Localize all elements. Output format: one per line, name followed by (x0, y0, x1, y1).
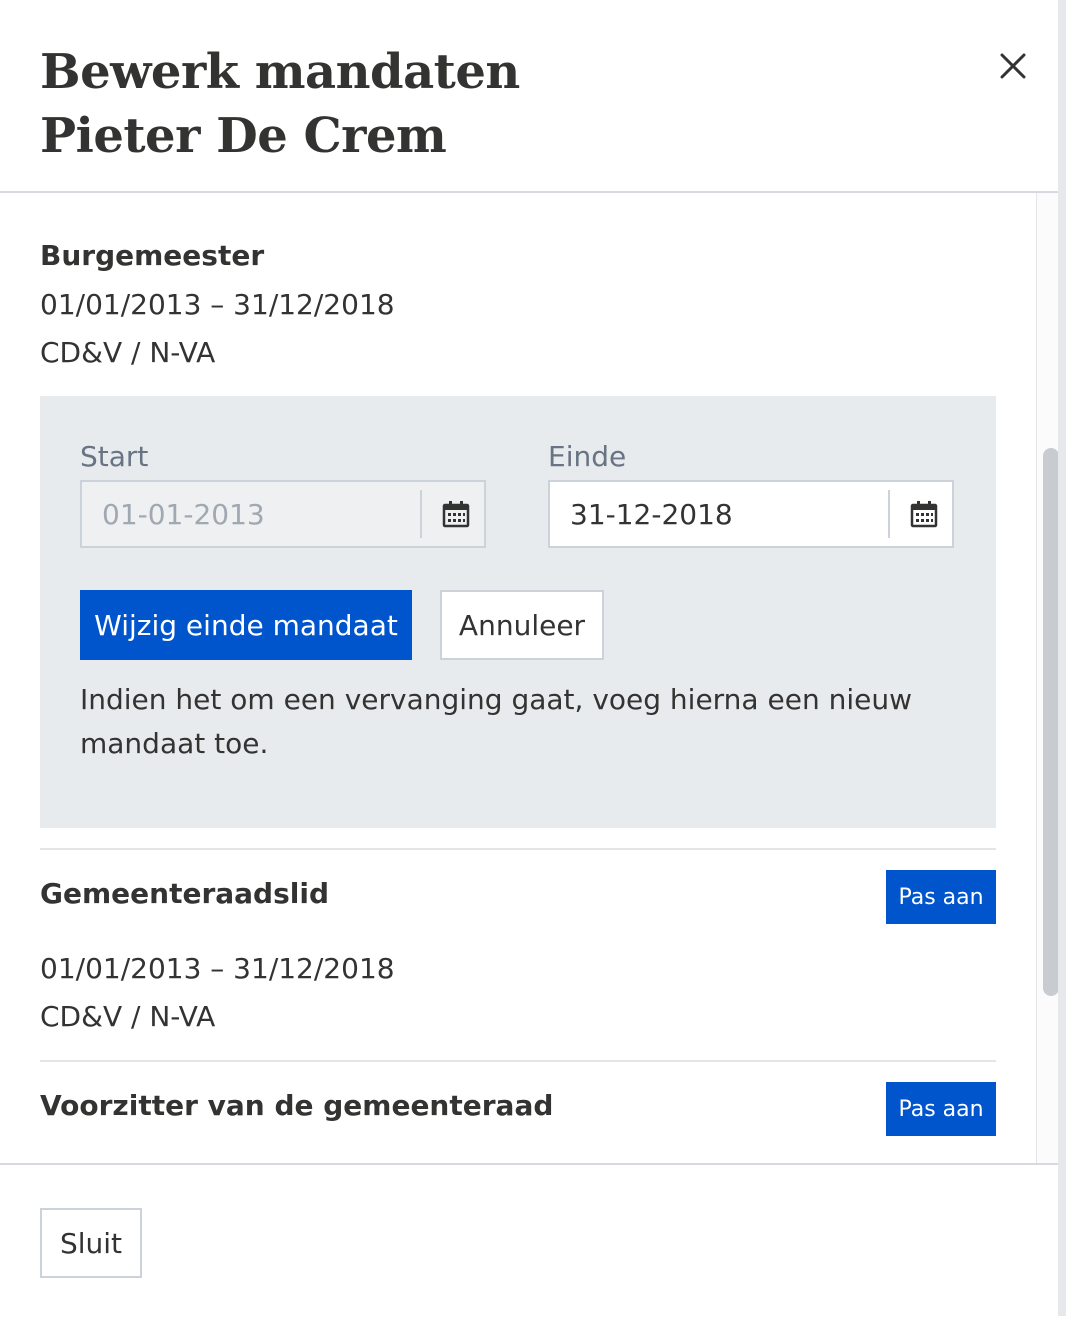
background-edge (1058, 0, 1066, 1316)
calendar-icon (910, 501, 938, 528)
mandate-period: 01/01/2013 – 31/12/2018 (40, 952, 395, 985)
field-separator (888, 490, 890, 538)
close-button[interactable] (993, 46, 1033, 86)
calendar-icon (442, 501, 470, 528)
section-divider (40, 1060, 996, 1062)
replacement-note: Indien het om een vervanging gaat, voeg … (80, 683, 912, 760)
modal-body: Burgemeester 01/01/2013 – 31/12/2018 CD&… (0, 193, 1058, 1163)
cancel-button[interactable]: Annuleer (440, 590, 604, 660)
start-date-picker-button (428, 482, 484, 546)
mandate-party: CD&V / N-VA (40, 336, 216, 369)
edit-gemeenteraadslid-button[interactable]: Pas aan (886, 870, 996, 924)
mandate-party: CD&V / N-VA (40, 1000, 216, 1033)
mandate-title-gemeenteraadslid: Gemeenteraadslid (40, 877, 329, 910)
scrollbar-thumb[interactable] (1043, 448, 1059, 996)
start-date-field (80, 480, 486, 548)
end-label: Einde (548, 440, 627, 473)
close-modal-button[interactable]: Sluit (40, 1208, 142, 1278)
mandate-title-burgemeester: Burgemeester (40, 239, 265, 272)
edit-mandate-panel: Start Einde (40, 396, 996, 828)
modal-title-line-1: Bewerk mandaten (40, 44, 520, 100)
end-date-field (548, 480, 954, 548)
modal-title: Bewerk mandaten Pieter De Crem (40, 40, 520, 168)
modal-header: Bewerk mandaten Pieter De Crem (0, 0, 1058, 193)
mandate-period: 01/01/2013 – 31/12/2018 (40, 288, 395, 321)
change-mandate-end-button[interactable]: Wijzig einde mandaat (80, 590, 412, 660)
end-date-picker-button[interactable] (896, 482, 952, 546)
edit-voorzitter-button[interactable]: Pas aan (886, 1082, 996, 1136)
mandate-title-voorzitter: Voorzitter van de gemeenteraad (40, 1089, 554, 1122)
edit-mandates-modal: Bewerk mandaten Pieter De Crem Burgemees… (0, 0, 1059, 1318)
start-label: Start (80, 440, 149, 473)
close-icon (1000, 53, 1026, 79)
section-divider (40, 848, 996, 850)
modal-footer: Sluit (0, 1163, 1058, 1318)
modal-title-line-2: Pieter De Crem (40, 108, 447, 164)
start-date-input (82, 482, 420, 546)
field-separator (420, 490, 422, 538)
end-date-input[interactable] (550, 482, 888, 546)
